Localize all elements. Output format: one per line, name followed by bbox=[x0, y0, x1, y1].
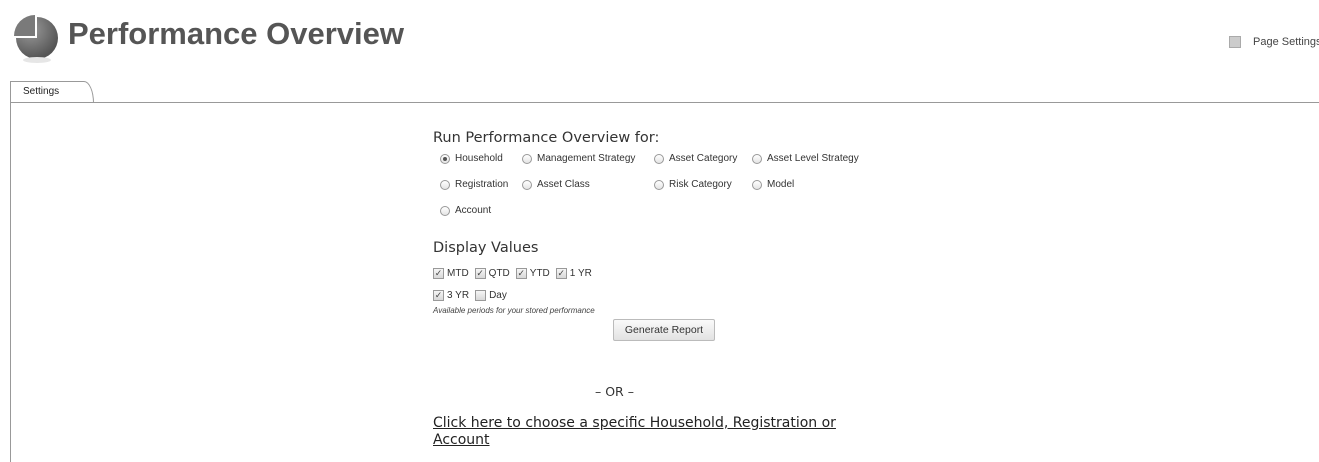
checkbox-row: ✓ MTD ✓ QTD ✓ YTD ✓ 1 YR bbox=[433, 263, 953, 283]
radio-button[interactable] bbox=[752, 179, 762, 190]
radio-label: Asset Level Strategy bbox=[767, 153, 859, 164]
available-periods-note: Available periods for your stored perfor… bbox=[433, 306, 595, 315]
checkbox-label: 1 YR bbox=[569, 267, 592, 279]
radio-button[interactable] bbox=[654, 179, 664, 190]
pie-chart-logo-icon bbox=[14, 15, 58, 63]
checkbox-label: 3 YR bbox=[447, 289, 470, 301]
checkbox-qtd[interactable]: ✓ QTD bbox=[474, 267, 510, 279]
radio-label: Model bbox=[767, 179, 795, 190]
radio-asset-level-strategy[interactable]: Asset Level Strategy bbox=[752, 153, 859, 164]
or-divider: – OR – bbox=[595, 384, 634, 399]
radio-button[interactable] bbox=[654, 153, 664, 164]
checkbox[interactable]: ✓ bbox=[433, 267, 444, 279]
checkbox[interactable]: ✓ bbox=[474, 267, 486, 279]
radio-label: Risk Category bbox=[669, 179, 732, 190]
radio-label: Management Strategy bbox=[537, 153, 636, 164]
checkbox-label: MTD bbox=[447, 267, 469, 279]
tab-settings[interactable]: Settings bbox=[10, 81, 94, 103]
checkbox-row: ✓ 3 YR Day bbox=[433, 285, 953, 305]
radio-label: Asset Class bbox=[537, 179, 590, 190]
checkbox[interactable]: ✓ bbox=[433, 289, 444, 301]
checkbox[interactable] bbox=[475, 289, 487, 301]
radio-household[interactable]: Household bbox=[440, 153, 503, 164]
radio-asset-class[interactable]: Asset Class bbox=[522, 179, 590, 190]
settings-page-icon bbox=[1229, 36, 1241, 48]
checkbox-1yr[interactable]: ✓ 1 YR bbox=[555, 267, 592, 279]
display-values-heading: Display Values bbox=[433, 240, 539, 256]
radio-button[interactable] bbox=[522, 153, 532, 164]
radio-model[interactable]: Model bbox=[752, 179, 794, 190]
choose-specific-link[interactable]: Click here to choose a specific Househol… bbox=[433, 415, 873, 449]
checkbox-mtd[interactable]: ✓ MTD bbox=[433, 267, 469, 279]
page-title: Performance Overview bbox=[68, 16, 405, 51]
radio-management-strategy[interactable]: Management Strategy bbox=[522, 153, 635, 164]
run-for-radio-group: Household Management Strategy Asset Cate… bbox=[433, 153, 953, 225]
radio-label: Account bbox=[455, 205, 492, 216]
radio-button[interactable] bbox=[440, 205, 450, 216]
radio-button[interactable] bbox=[440, 179, 450, 190]
checkbox-day[interactable]: Day bbox=[475, 289, 507, 301]
page-settings-link[interactable]: Page Settings bbox=[1229, 36, 1319, 48]
checkbox-3yr[interactable]: ✓ 3 YR bbox=[433, 289, 470, 301]
checkbox-label: Day bbox=[489, 289, 507, 301]
checkbox-label: QTD bbox=[488, 267, 510, 279]
radio-button[interactable] bbox=[522, 179, 532, 190]
radio-asset-category[interactable]: Asset Category bbox=[654, 153, 737, 164]
radio-registration[interactable]: Registration bbox=[440, 179, 508, 190]
generate-button-wrap: Generate Report bbox=[433, 315, 953, 341]
generate-report-button[interactable]: Generate Report bbox=[613, 319, 715, 341]
header: Performance Overview Page Settings bbox=[0, 0, 1319, 80]
radio-label: Registration bbox=[455, 179, 509, 190]
checkbox[interactable]: ✓ bbox=[555, 267, 567, 279]
radio-button[interactable] bbox=[752, 153, 762, 164]
radio-risk-category[interactable]: Risk Category bbox=[654, 179, 732, 190]
radio-label: Household bbox=[455, 153, 503, 164]
checkbox-ytd[interactable]: ✓ YTD bbox=[515, 267, 550, 279]
radio-account[interactable]: Account bbox=[440, 205, 491, 216]
radio-label: Asset Category bbox=[669, 153, 738, 164]
run-for-heading: Run Performance Overview for: bbox=[433, 130, 660, 146]
radio-button[interactable] bbox=[440, 153, 450, 164]
page-settings-label: Page Settings bbox=[1253, 36, 1319, 48]
display-values-group: ✓ MTD ✓ QTD ✓ YTD ✓ 1 YR ✓ 3 YR Day Avai… bbox=[433, 263, 953, 315]
checkbox[interactable]: ✓ bbox=[515, 267, 527, 279]
settings-form: Run Performance Overview for: Household … bbox=[433, 130, 953, 341]
checkbox-label: YTD bbox=[529, 267, 550, 279]
